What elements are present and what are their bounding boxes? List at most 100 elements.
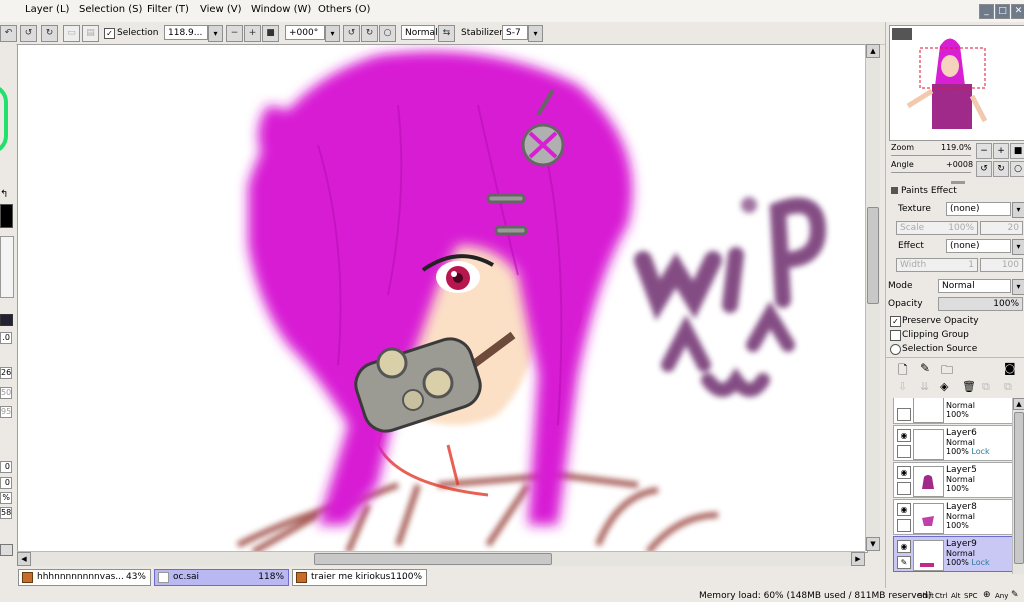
- brush-param-value[interactable]: 95: [0, 406, 12, 418]
- flip-icon[interactable]: ⇆: [438, 25, 455, 42]
- close-button[interactable]: ✕: [1011, 4, 1024, 19]
- horizontal-scroll-thumb[interactable]: [314, 553, 552, 565]
- scroll-up-arrow-icon[interactable]: ▲: [1013, 398, 1024, 410]
- transfer-down-icon[interactable]: ⇩: [898, 380, 907, 393]
- menu-layer[interactable]: Layer (L): [25, 4, 69, 15]
- nav-zoom-in-button[interactable]: +: [993, 143, 1009, 159]
- angle-field[interactable]: +000°: [285, 25, 325, 40]
- rotate-reset-button[interactable]: ○: [379, 25, 396, 42]
- zoom-slider[interactable]: [891, 155, 971, 156]
- zoom-reset-button[interactable]: ■: [262, 25, 279, 42]
- layer-lock-box[interactable]: [897, 445, 911, 458]
- texture-dropdown-icon[interactable]: ▾: [1012, 202, 1024, 218]
- menu-window[interactable]: Window (W): [251, 4, 311, 15]
- panel-splitter[interactable]: [951, 181, 965, 184]
- nav-zoom-out-button[interactable]: −: [976, 143, 992, 159]
- clear-layer-icon[interactable]: ◈: [940, 380, 948, 393]
- opacity-slider[interactable]: 100%: [938, 297, 1023, 311]
- layer-lock-box[interactable]: [897, 408, 911, 421]
- eye-icon[interactable]: ◉: [897, 429, 911, 442]
- tab-document-active[interactable]: oc.sai 118%: [154, 569, 289, 586]
- color-slider-panel[interactable]: [0, 236, 14, 298]
- zoom-dropdown-icon[interactable]: ▾: [208, 25, 223, 42]
- brush-size-value[interactable]: .0: [0, 332, 12, 344]
- mode-select[interactable]: Normal: [938, 279, 1011, 293]
- vertical-scrollbar[interactable]: ▲ ▼: [865, 44, 880, 551]
- layer-list-scroll-thumb[interactable]: [1014, 412, 1024, 564]
- undo-button[interactable]: ↺: [20, 25, 37, 42]
- redo-button[interactable]: ↻: [41, 25, 58, 42]
- eye-icon[interactable]: ◉: [897, 466, 911, 479]
- scale-strength-field[interactable]: 20: [980, 221, 1023, 235]
- tab-document[interactable]: traier me kiriokus1... 100%: [292, 569, 427, 586]
- brush-param-value[interactable]: 58: [0, 507, 12, 519]
- nav-rotate-left-button[interactable]: ↺: [976, 161, 992, 177]
- layer-item-selected[interactable]: ◉ ✎ Layer9 Normal 100% Lock: [893, 536, 1012, 572]
- scale-field[interactable]: Scale 100%: [896, 221, 978, 235]
- texture-select[interactable]: (none): [946, 202, 1011, 216]
- navigator-preview[interactable]: [889, 25, 1024, 141]
- pen-icon[interactable]: ✎: [897, 556, 911, 569]
- drawing-canvas[interactable]: [17, 44, 868, 553]
- layer-item[interactable]: Normal 100%: [893, 398, 1012, 424]
- merge-down-icon[interactable]: ⇊: [920, 380, 929, 393]
- effect-dropdown-icon[interactable]: ▾: [1012, 239, 1024, 255]
- stabilizer-field[interactable]: S-7: [502, 25, 528, 40]
- delete-layer-icon[interactable]: 🗑: [962, 380, 976, 393]
- angle-dropdown-icon[interactable]: ▾: [325, 25, 340, 42]
- preserve-opacity-checkbox[interactable]: ✓: [890, 316, 901, 327]
- brush-param-value[interactable]: 0: [0, 461, 12, 473]
- zoom-in-button[interactable]: +: [244, 25, 261, 42]
- effect-select[interactable]: (none): [946, 239, 1011, 253]
- brush-param-value[interactable]: 26: [0, 367, 12, 379]
- menu-others[interactable]: Others (O): [318, 4, 370, 15]
- eye-icon[interactable]: ◉: [897, 540, 911, 553]
- swap-colors-icon[interactable]: ↰: [0, 189, 12, 200]
- blend-mode-field[interactable]: Normal: [401, 25, 438, 40]
- tab-document[interactable]: hhhnnnnnnnnvas... 43%: [18, 569, 151, 586]
- zoom-out-button[interactable]: −: [226, 25, 243, 42]
- layer-lock-box[interactable]: [897, 519, 911, 532]
- main-color-swatch[interactable]: [0, 204, 13, 228]
- nav-rotate-right-button[interactable]: ↻: [993, 161, 1009, 177]
- undo-icon[interactable]: ↶: [0, 25, 17, 42]
- minimize-button[interactable]: _: [979, 4, 994, 19]
- layer-mask-icon[interactable]: ◙: [1004, 361, 1016, 375]
- brush-param-value[interactable]: %: [0, 492, 12, 504]
- nav-zoom-reset-button[interactable]: ■: [1010, 143, 1024, 159]
- vertical-scroll-thumb[interactable]: [867, 207, 879, 304]
- stabilizer-dropdown-icon[interactable]: ▾: [528, 25, 543, 42]
- eye-icon[interactable]: ◉: [897, 503, 911, 516]
- layer-item[interactable]: ◉ Layer6 Normal 100% Lock: [893, 425, 1012, 461]
- width-field[interactable]: Width 1: [896, 258, 978, 272]
- layer-item[interactable]: ◉ Layer5 Normal 100%: [893, 462, 1012, 498]
- layer-icon[interactable]: ⧉: [982, 380, 990, 394]
- scroll-left-arrow-icon[interactable]: ◀: [17, 552, 31, 566]
- menu-selection[interactable]: Selection (S): [79, 4, 142, 15]
- selection-checkbox[interactable]: ✓: [104, 28, 115, 39]
- rotate-left-button[interactable]: ↺: [343, 25, 360, 42]
- scroll-down-arrow-icon[interactable]: ▼: [866, 537, 880, 551]
- rotate-right-button[interactable]: ↻: [361, 25, 378, 42]
- layer-item[interactable]: ◉ Layer8 Normal 100%: [893, 499, 1012, 535]
- invert-selection-button[interactable]: ▤: [82, 25, 99, 42]
- scroll-up-arrow-icon[interactable]: ▲: [866, 44, 880, 58]
- menu-filter[interactable]: Filter (T): [147, 4, 189, 15]
- layer-list-scrollbar[interactable]: ▲: [1012, 398, 1024, 574]
- layer-lock-box[interactable]: [897, 482, 911, 495]
- angle-slider[interactable]: [891, 172, 971, 173]
- collapse-icon[interactable]: [891, 187, 898, 194]
- new-linework-layer-icon[interactable]: ✎: [920, 361, 930, 375]
- zoom-field[interactable]: 118.9...: [164, 25, 208, 40]
- new-layer-icon[interactable]: 🗋: [898, 361, 908, 382]
- scroll-right-arrow-icon[interactable]: ▶: [851, 552, 865, 566]
- mode-dropdown-icon[interactable]: ▾: [1012, 279, 1024, 295]
- brush-param-value[interactable]: 50: [0, 387, 12, 399]
- nav-rotate-reset-button[interactable]: ○: [1010, 161, 1024, 177]
- color-wheel[interactable]: [0, 84, 8, 154]
- deselect-button[interactable]: ▭: [63, 25, 80, 42]
- selection-source-radio[interactable]: [890, 344, 901, 355]
- restore-button[interactable]: □: [995, 4, 1010, 19]
- menu-view[interactable]: View (V): [200, 4, 242, 15]
- scroll-down-icon[interactable]: [0, 544, 13, 556]
